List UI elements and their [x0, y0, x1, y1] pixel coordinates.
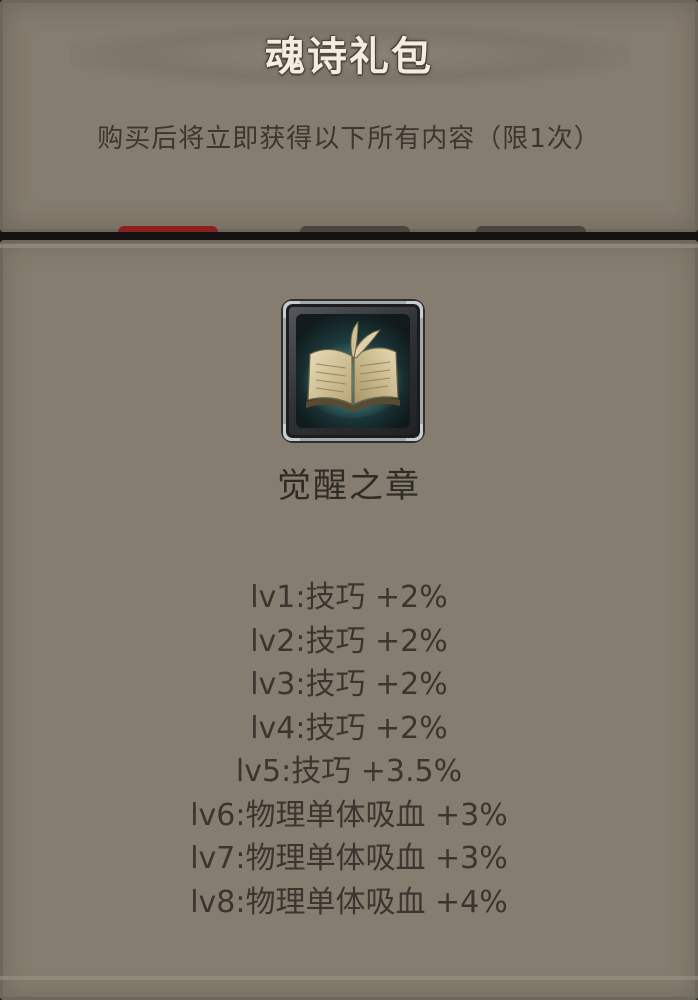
level-bonus-item: lv1:技巧 +2% [250, 580, 448, 615]
level-bonus-item: lv4:技巧 +2% [250, 710, 448, 746]
open-book-icon [296, 314, 410, 428]
panel-bottom-edge [0, 976, 698, 980]
level-bonus-item: lv2:技巧 +2% [250, 623, 448, 659]
level-bonus-item: lv8:物理单体吸血 +4% [190, 884, 508, 920]
frame-corner [406, 424, 423, 441]
popup-title: 魂诗礼包 [265, 34, 433, 80]
level-bonus-item: lv3:技巧 +2% [250, 667, 448, 702]
level-bonus-list: lv1:技巧 +2% lv2:技巧 +2% lv3:技巧 +2% lv4:技巧 … [0, 576, 698, 924]
gift-pack-header-panel: 魂诗礼包 购买后将立即获得以下所有内容（限1次） [0, 0, 698, 232]
item-name: 觉醒之章 [277, 466, 421, 506]
level-bonus-item: lv5:技巧 +3.5% [235, 754, 463, 789]
popup-subtitle: 购买后将立即获得以下所有内容（限1次） [97, 124, 601, 154]
level-bonus-item: lv6:物理单体吸血 +3% [190, 797, 508, 833]
item-icon-frame[interactable] [283, 301, 423, 441]
panel-top-edge [0, 244, 698, 248]
level-bonus-item: lv7:物理单体吸血 +3% [190, 841, 508, 876]
